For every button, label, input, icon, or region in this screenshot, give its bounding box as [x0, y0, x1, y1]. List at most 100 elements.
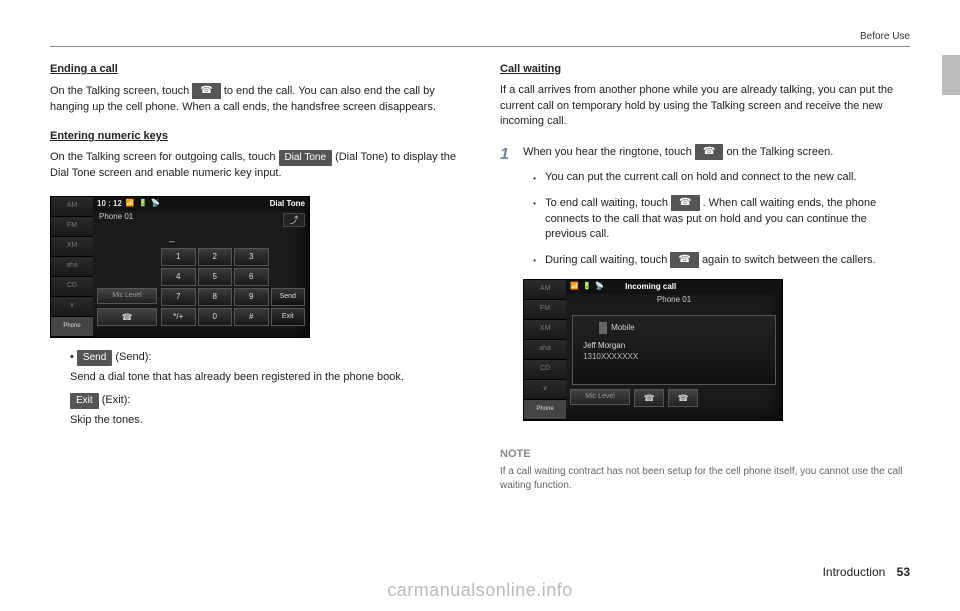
key-8[interactable]: 8 — [198, 288, 233, 306]
key-0[interactable]: 0 — [198, 308, 233, 326]
call-waiting-title: Call waiting — [500, 62, 910, 77]
hangup-button[interactable]: ☎ — [97, 308, 157, 326]
def-send: • Send (Send): Send a dial tone that has… — [70, 350, 460, 385]
side-down[interactable]: ∨ — [524, 380, 566, 400]
side-am[interactable]: AM — [524, 280, 566, 300]
key-star[interactable]: */+ — [161, 308, 196, 326]
device-left-col: Mic Level ☎ — [97, 232, 157, 326]
definitions: • Send (Send): Send a dial tone that has… — [70, 350, 460, 429]
text: On the Talking screen, touch — [50, 85, 192, 97]
device-statusbar: 📶 🔋 📡 Incoming call — [566, 280, 782, 294]
side-phone[interactable]: Phone — [51, 317, 93, 337]
key-9[interactable]: 9 — [234, 288, 269, 306]
side-phone[interactable]: Phone — [524, 400, 566, 420]
side-aha[interactable]: aha — [524, 340, 566, 360]
side-cd[interactable]: CD — [524, 360, 566, 380]
side-am[interactable]: AM — [51, 197, 93, 217]
device-sidebar: AM FM XM aha CD ∨ Phone — [524, 280, 566, 420]
phone-icon: ☎ — [643, 393, 654, 403]
key-5[interactable]: 5 — [198, 268, 233, 286]
phone-icon: ☎ — [677, 393, 688, 403]
text: on the Talking screen. — [726, 145, 833, 157]
exit-button-label: Exit — [70, 393, 99, 409]
key-7[interactable]: 7 — [161, 288, 196, 306]
key-3[interactable]: 3 — [234, 248, 269, 266]
send-key[interactable]: Send — [271, 288, 306, 306]
device-content: Mic Level ☎ _ 1 2 3 4 5 6 7 8 — [93, 228, 309, 330]
dial-tone-screen: AM FM XM aha CD ∨ Phone 10 : 12 📶 🔋 📡 Di… — [50, 196, 310, 338]
text: again to switch between the callers. — [702, 254, 876, 266]
phone-icon: ☎ — [121, 312, 132, 322]
def-exit: Exit (Exit): Skip the tones. — [70, 393, 460, 428]
side-fm[interactable]: FM — [524, 300, 566, 320]
device-main: 10 : 12 📶 🔋 📡 Dial Tone ⤴ Phone 01 Mic L… — [93, 197, 309, 337]
side-xm[interactable]: XM — [51, 237, 93, 257]
send-desc: Send a dial tone that has already been r… — [70, 370, 460, 385]
note-text: If a call waiting contract has not been … — [500, 465, 910, 493]
chapter-name: Before Use — [860, 31, 910, 42]
mobile-icon — [599, 322, 607, 334]
send-suffix: (Send): — [112, 351, 151, 363]
status-icons: 📶 🔋 📡 — [126, 199, 161, 209]
phone-label: Phone 01 — [566, 294, 782, 311]
clock: 10 : 12 — [97, 198, 122, 209]
bullet-2: To end call waiting, touch ☎ . When call… — [533, 195, 907, 242]
thumb-tab — [942, 55, 960, 95]
content-columns: Ending a call On the Talking screen, tou… — [50, 62, 910, 493]
key-hash[interactable]: # — [234, 308, 269, 326]
exit-key[interactable]: Exit — [271, 308, 306, 326]
bullet-1: You can put the current call on hold and… — [533, 170, 907, 185]
mic-level-button[interactable]: Mic Level — [97, 288, 157, 304]
status-icons: 📶 🔋 📡 — [570, 282, 605, 292]
exit-suffix: (Exit): — [99, 394, 131, 406]
key-1[interactable]: 1 — [161, 248, 196, 266]
numeric-keypad: _ 1 2 3 4 5 6 7 8 9 Send */+ 0 — [161, 232, 305, 326]
incoming-call-screen: AM FM XM aha CD ∨ Phone 📶 🔋 📡 Incoming c… — [523, 279, 783, 421]
device-bottom-row: Mic Level ☎ ☎ — [566, 389, 782, 411]
device-sidebar: AM FM XM aha CD ∨ Phone — [51, 197, 93, 337]
side-aha[interactable]: aha — [51, 257, 93, 277]
step-body: When you hear the ringtone, touch ☎ on t… — [523, 144, 907, 433]
exit-desc: Skip the tones. — [70, 413, 460, 428]
side-fm[interactable]: FM — [51, 217, 93, 237]
caller-number: 1310XXXXXXX — [579, 351, 769, 362]
phone-label: Phone 01 — [93, 211, 309, 228]
page-header: Before Use — [50, 30, 910, 47]
incoming-box: Mobile Jeff Morgan 1310XXXXXXX — [572, 315, 776, 385]
answer-icon: ☎ — [670, 252, 698, 268]
step-bullets: You can put the current call on hold and… — [523, 170, 907, 269]
key-4[interactable]: 4 — [161, 268, 196, 286]
step-number: 1 — [500, 144, 520, 166]
device-statusbar: 10 : 12 📶 🔋 📡 Dial Tone — [93, 197, 309, 211]
key-6[interactable]: 6 — [234, 268, 269, 286]
screen-title: Dial Tone — [270, 198, 305, 209]
send-button-label: Send — [77, 350, 112, 366]
screen-title: Incoming call — [625, 281, 676, 292]
side-xm[interactable]: XM — [524, 320, 566, 340]
hangup-button[interactable]: ☎ — [634, 389, 664, 407]
numeric-keys-para: On the Talking screen for outgoing calls… — [50, 150, 460, 181]
ending-call-para: On the Talking screen, touch ☎ to end th… — [50, 83, 460, 115]
mobile-label: Mobile — [611, 322, 635, 333]
bullet-3: During call waiting, touch ☎ again to sw… — [533, 252, 907, 268]
side-cd[interactable]: CD — [51, 277, 93, 297]
text: To end call waiting, touch — [545, 197, 671, 209]
key-2[interactable]: 2 — [198, 248, 233, 266]
watermark: carmanualsonline.info — [0, 578, 960, 603]
mobile-row: Mobile — [579, 322, 769, 334]
call-waiting-para: If a call arrives from another phone whi… — [500, 83, 910, 129]
text: During call waiting, touch — [545, 254, 670, 266]
dial-display: _ — [161, 232, 305, 246]
caller-name: Jeff Morgan — [579, 340, 769, 351]
note-label: NOTE — [500, 447, 910, 462]
text: On the Talking screen for outgoing calls… — [50, 151, 279, 163]
answer-button[interactable]: ☎ — [668, 389, 698, 407]
numeric-keys-title: Entering numeric keys — [50, 129, 460, 144]
return-button[interactable]: ⤴ — [283, 213, 305, 227]
dial-tone-button: Dial Tone — [279, 150, 333, 166]
side-down[interactable]: ∨ — [51, 297, 93, 317]
mic-level-button[interactable]: Mic Level — [570, 389, 630, 405]
left-column: Ending a call On the Talking screen, tou… — [50, 62, 460, 493]
step-text: When you hear the ringtone, touch ☎ on t… — [523, 144, 907, 160]
right-column: Call waiting If a call arrives from anot… — [500, 62, 910, 493]
